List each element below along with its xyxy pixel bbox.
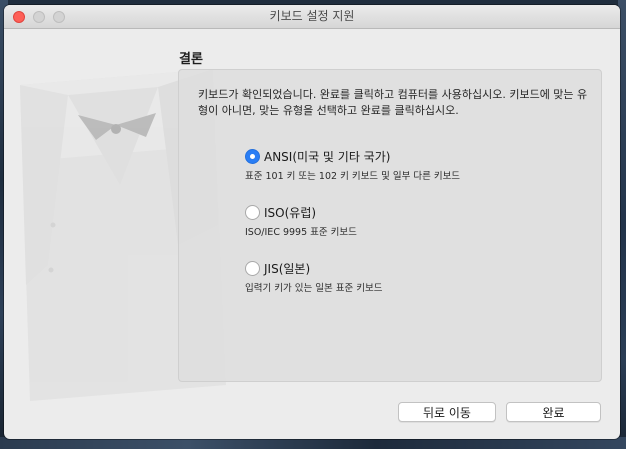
jis-radio-row[interactable]: JIS(일본): [245, 260, 382, 277]
jis-option-description: 입력기 키가 있는 일본 표준 키보드: [245, 283, 383, 294]
iso-radio-button[interactable]: [245, 205, 260, 220]
back-button[interactable]: 뒤로 이동: [398, 402, 496, 422]
ansi-radio-row[interactable]: ANSI(미국 및 기타 국가): [245, 148, 460, 165]
section-heading: 결론: [179, 52, 203, 67]
ansi-option-label[interactable]: ANSI(미국 및 기타 국가): [264, 148, 390, 165]
result-panel: 키보드가 확인되었습니다. 완료를 클릭하고 컴퓨터를 사용하십시오. 키보드에…: [178, 69, 602, 382]
keyboard-option-ansi: ANSI(미국 및 기타 국가) 표준 101 키 또는 102 키 키보드 및…: [245, 148, 460, 182]
jis-radio-button[interactable]: [245, 261, 260, 276]
ansi-radio-button[interactable]: [245, 149, 260, 164]
keyboard-option-jis: JIS(일본) 입력기 키가 있는 일본 표준 키보드: [245, 260, 382, 294]
ansi-option-description: 표준 101 키 또는 102 키 키보드 및 일부 다른 키보드: [245, 171, 461, 182]
done-button[interactable]: 완료: [506, 402, 601, 422]
iso-radio-row[interactable]: ISO(유럽): [245, 204, 357, 221]
window-title: 키보드 설정 지원: [269, 9, 355, 23]
iso-option-label[interactable]: ISO(유럽): [264, 204, 316, 221]
iso-option-description: ISO/IEC 9995 표준 키보드: [245, 227, 357, 238]
keyboard-option-iso: ISO(유럽) ISO/IEC 9995 표준 키보드: [245, 204, 357, 238]
keyboard-setup-window: 키보드 설정 지원 결론 키보드가 확인되었습니다. 완료를 클릭하고 컴퓨터를…: [4, 5, 620, 439]
result-description: 키보드가 확인되었습니다. 완료를 클릭하고 컴퓨터를 사용하십시오. 키보드에…: [198, 88, 588, 117]
jis-option-label[interactable]: JIS(일본): [264, 260, 310, 277]
title-bar[interactable]: 키보드 설정 지원: [4, 5, 620, 29]
